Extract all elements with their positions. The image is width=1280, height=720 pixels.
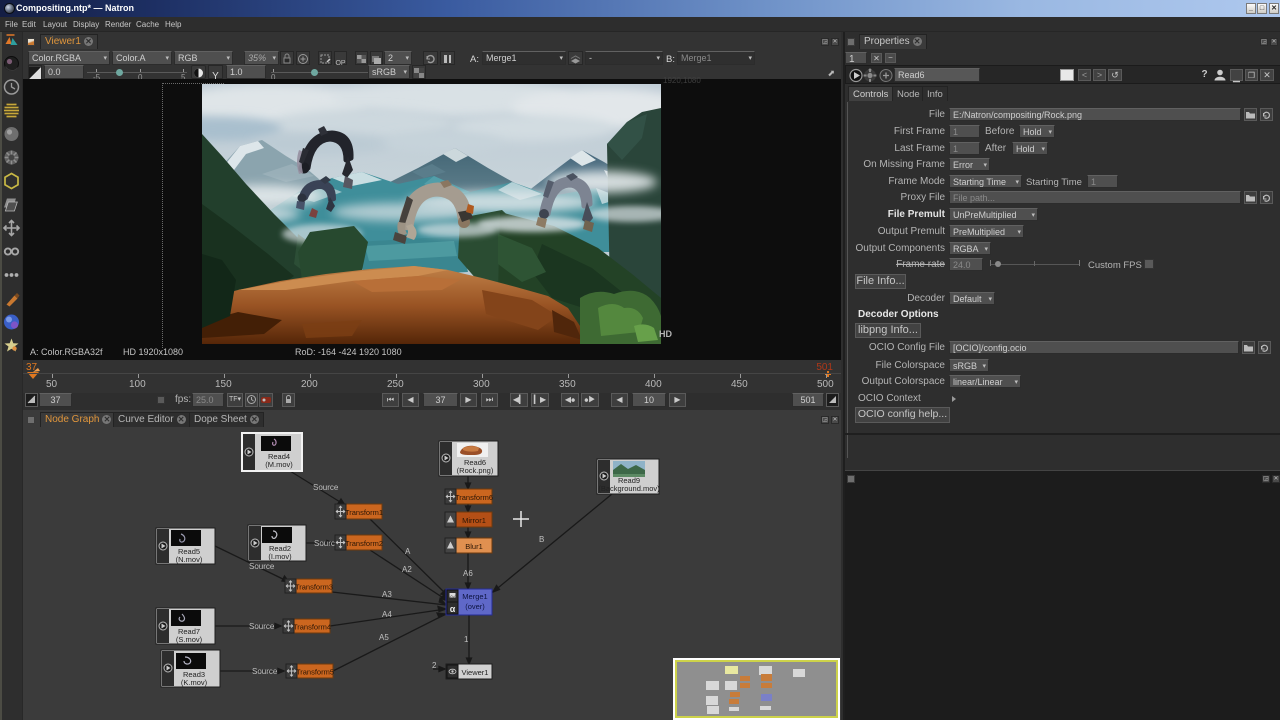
svg-text:Source: Source xyxy=(252,667,278,676)
svg-text:A6: A6 xyxy=(463,569,473,578)
svg-text:A5: A5 xyxy=(379,633,389,642)
svg-text:A3: A3 xyxy=(382,590,392,599)
svg-text:Transform2: Transform2 xyxy=(345,539,383,548)
svg-text:Transform5: Transform5 xyxy=(296,668,334,677)
svg-text:A2: A2 xyxy=(402,565,412,574)
svg-text:α: α xyxy=(450,604,456,614)
svg-text:Transform3: Transform3 xyxy=(295,583,333,592)
svg-text:Viewer1: Viewer1 xyxy=(462,668,489,677)
svg-text:Merge1: Merge1 xyxy=(462,592,487,601)
svg-text:Transform6: Transform6 xyxy=(455,493,493,502)
svg-text:B: B xyxy=(539,535,544,544)
svg-text:(I.mov): (I.mov) xyxy=(268,552,292,561)
svg-text:Transform1: Transform1 xyxy=(345,508,383,517)
svg-text:Source: Source xyxy=(249,622,275,631)
svg-text:2: 2 xyxy=(432,661,437,670)
svg-text:A: A xyxy=(405,547,411,556)
svg-text:Source: Source xyxy=(249,562,275,571)
svg-text:(Rock.png): (Rock.png) xyxy=(457,466,494,475)
svg-text:(over): (over) xyxy=(465,602,485,611)
svg-text:Mirror1: Mirror1 xyxy=(462,516,486,525)
svg-text:Source: Source xyxy=(313,483,339,492)
svg-text:(N.mov): (N.mov) xyxy=(176,555,203,564)
svg-text:(S.mov): (S.mov) xyxy=(176,635,203,644)
svg-text:(M.mov): (M.mov) xyxy=(265,460,293,469)
svg-text:(K.mov): (K.mov) xyxy=(181,678,208,687)
svg-text:(Background.mov): (Background.mov) xyxy=(598,484,660,493)
svg-text:Blur1: Blur1 xyxy=(465,542,483,551)
svg-text:1: 1 xyxy=(464,635,469,644)
svg-text:A4: A4 xyxy=(382,610,392,619)
svg-text:Sourc: Sourc xyxy=(314,539,335,548)
svg-text:Transform4: Transform4 xyxy=(293,623,331,632)
